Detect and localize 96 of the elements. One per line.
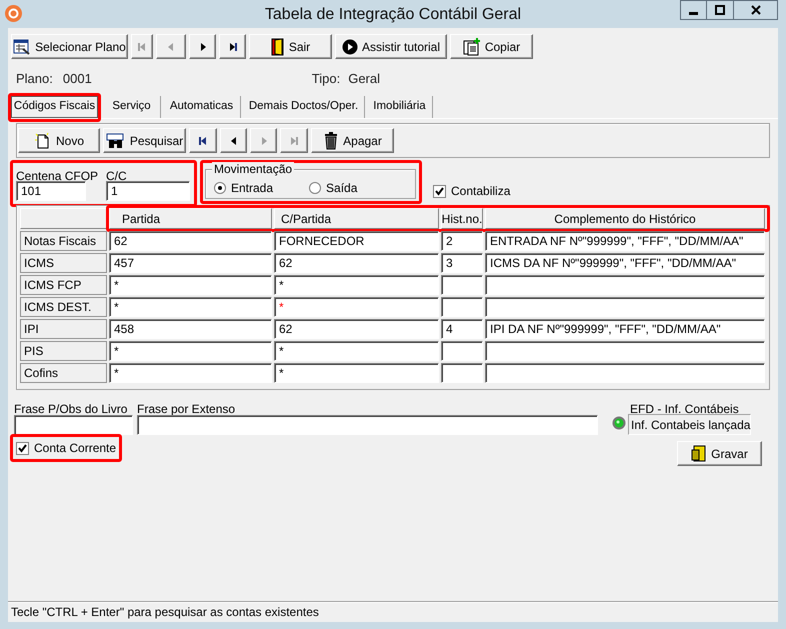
row-header: ICMS FCP — [20, 275, 107, 295]
trash-icon — [323, 132, 340, 150]
input-field[interactable]: * — [274, 341, 439, 361]
checkbox[interactable]: Conta Corrente — [16, 439, 116, 457]
group-label: Movimentação — [212, 162, 294, 176]
tab[interactable]: Automaticas — [163, 96, 241, 118]
input-field[interactable]: ICMS DA NF Nº"999999", "FFF", "DD/MM/AA" — [485, 253, 765, 273]
input-field[interactable]: 62 — [274, 319, 439, 339]
prev-button[interactable] — [220, 128, 247, 153]
search-button[interactable]: Pesquisar — [103, 128, 186, 153]
exit-button[interactable]: Sair — [249, 34, 332, 59]
maximize-button[interactable] — [707, 0, 734, 20]
tab[interactable]: Serviço — [103, 96, 161, 118]
input-field[interactable]: * — [274, 363, 439, 383]
delete-button[interactable]: Apagar — [311, 128, 394, 153]
close-icon — [750, 5, 760, 15]
tutorial-button[interactable]: Assistir tutorial — [335, 34, 447, 59]
check-icon — [18, 444, 27, 452]
copy-button[interactable]: Copiar — [450, 34, 533, 59]
plan-value: 0001 — [62, 70, 92, 88]
close-button[interactable] — [734, 0, 778, 20]
play-icon — [342, 38, 358, 54]
input-field[interactable]: * — [109, 275, 272, 295]
door-icon — [270, 38, 285, 56]
field-label: Frase P/Obs do Livro — [14, 401, 128, 415]
input-field[interactable]: * — [109, 363, 272, 383]
status-light-icon — [612, 416, 626, 430]
type-value: Geral — [348, 70, 380, 88]
column-header: Hist.no. — [441, 208, 483, 229]
table-icon — [13, 38, 32, 54]
first-record-icon — [197, 134, 209, 146]
input-field[interactable]: * — [109, 341, 272, 361]
select-plan-button[interactable]: Selecionar Plano — [11, 34, 128, 59]
row-header: Cofins — [20, 363, 107, 383]
input-field[interactable]: IPI DA NF Nº"999999", "FFF", "DD/MM/AA" — [485, 319, 765, 339]
input-field[interactable]: 457 — [109, 253, 272, 273]
input-field[interactable]: * — [274, 275, 439, 295]
input-field[interactable]: 62 — [274, 253, 439, 273]
read-only-field: Inf. Contabeis lançada — [628, 414, 751, 435]
input-field[interactable]: 1 — [106, 181, 190, 201]
tab[interactable]: Demais Doctos/Oper. — [243, 96, 365, 118]
next-button[interactable] — [189, 34, 216, 59]
check-icon — [435, 186, 444, 196]
save-icon — [691, 444, 708, 462]
input-field[interactable] — [485, 341, 765, 361]
window-title: Tabela de Integração Contábil Geral — [264, 5, 522, 25]
input-field[interactable]: 62 — [109, 231, 272, 251]
field-label: Centena CFOP — [16, 168, 100, 181]
input-field[interactable]: 458 — [109, 319, 272, 339]
input-field[interactable]: 101 — [16, 181, 86, 201]
input-field[interactable] — [485, 275, 765, 295]
input-field[interactable]: * — [109, 297, 272, 317]
input-field[interactable] — [441, 275, 483, 295]
input-field[interactable]: ENTRADA NF Nº"999999", "FFF", "DD/MM/AA" — [485, 231, 765, 251]
new-button[interactable]: Novo — [18, 128, 100, 153]
app-logo-icon — [5, 5, 22, 22]
column-header: C/Partida — [274, 208, 439, 229]
row-header: Notas Fiscais — [20, 231, 107, 251]
input-field[interactable] — [14, 415, 133, 435]
row-header: PIS — [20, 341, 107, 361]
input-field[interactable] — [441, 341, 483, 361]
input-field[interactable] — [485, 297, 765, 317]
save-button[interactable]: Gravar — [677, 441, 762, 466]
input-field[interactable]: 4 — [441, 319, 483, 339]
minimize-button[interactable] — [680, 0, 707, 20]
input-field[interactable] — [441, 363, 483, 383]
plan-label: Plano: — [16, 70, 53, 88]
input-field[interactable]: 2 — [441, 231, 483, 251]
last-record-icon — [288, 134, 300, 146]
input-field[interactable]: 3 — [441, 253, 483, 273]
radio-option[interactable]: Saída — [309, 179, 358, 197]
input-field[interactable] — [485, 363, 765, 383]
maximize-icon — [715, 5, 725, 15]
input-field[interactable]: * — [274, 297, 439, 317]
status-text: Tecle "CTRL + Enter" para pesquisar as contas existentes — [11, 604, 319, 620]
first-button[interactable] — [189, 128, 217, 153]
input-field[interactable]: FORNECEDOR — [274, 231, 439, 251]
row-header: ICMS — [20, 253, 107, 273]
field-label: EFD - Inf. Contábeis — [629, 401, 740, 414]
row-header: IPI — [20, 319, 107, 339]
tab[interactable]: Códigos Fiscais — [11, 96, 98, 118]
field-label: Frase por Extenso — [137, 401, 236, 415]
column-header: Complemento do Histórico — [485, 208, 765, 229]
radio-option[interactable]: Entrada — [214, 179, 274, 197]
column-header: Partida — [109, 208, 272, 229]
input-field[interactable] — [137, 415, 598, 435]
input-field[interactable] — [441, 297, 483, 317]
checkbox[interactable]: Contabiliza — [433, 182, 510, 200]
tab[interactable]: Imobiliária — [367, 96, 433, 118]
last-button[interactable] — [219, 34, 246, 59]
type-label: Tipo: — [312, 70, 340, 88]
first-record-icon — [136, 40, 148, 52]
copy-icon — [462, 38, 481, 56]
field-label: C/C — [106, 168, 128, 181]
minimize-icon — [689, 12, 698, 15]
row-header: ICMS DEST. — [20, 297, 107, 317]
